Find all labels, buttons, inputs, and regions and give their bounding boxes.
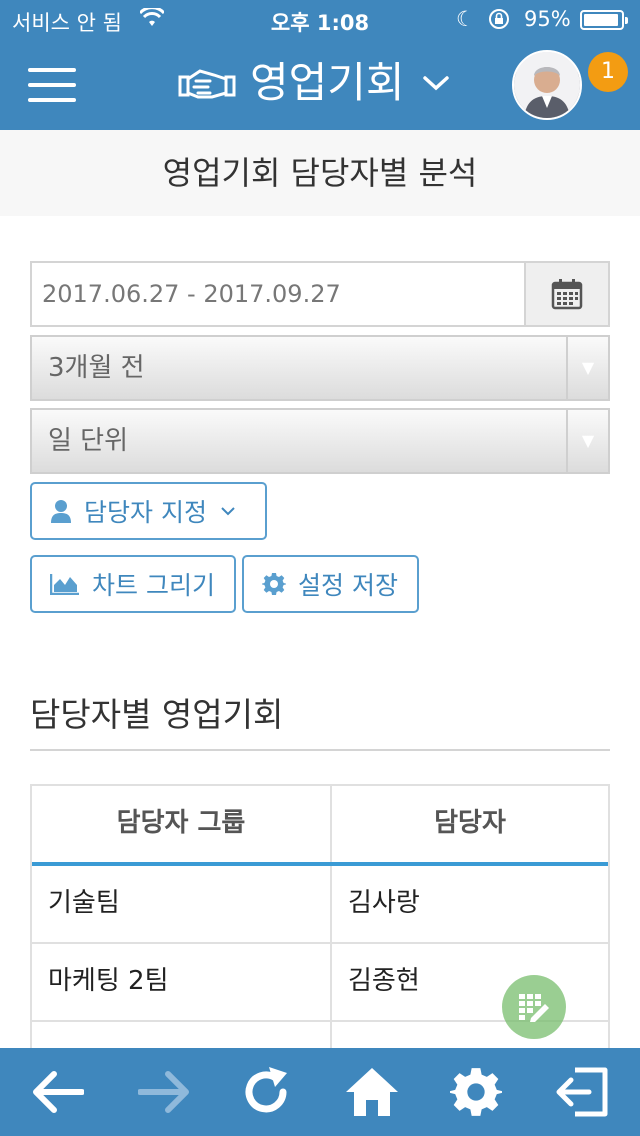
table-cell-group: 마케팅 2팀 — [32, 944, 332, 1020]
chart-button-label: 차트 그리기 — [92, 571, 215, 600]
assign-button-label: 담당자 지정 — [84, 498, 207, 527]
avatar[interactable] — [512, 50, 582, 120]
period-select[interactable]: 3개월 전 ▼ — [30, 335, 610, 401]
unit-select-value: 일 단위 — [48, 426, 129, 456]
rotation-lock-icon — [488, 8, 510, 35]
refresh-icon — [245, 1067, 287, 1113]
handshake-icon — [178, 69, 236, 99]
column-header-group[interactable]: 담당자 그룹 — [32, 786, 332, 862]
back-arrow-icon — [33, 1071, 84, 1113]
date-range-input[interactable]: 2017.06.27 - 2017.09.27 — [32, 263, 524, 325]
table-cell-owner: 김사랑 — [348, 888, 420, 918]
menu-icon[interactable] — [28, 68, 76, 102]
period-select-value: 3개월 전 — [48, 353, 145, 383]
column-header-owner[interactable]: 담당자 — [332, 786, 608, 862]
user-icon — [51, 500, 71, 523]
draw-chart-button[interactable]: 차트 그리기 — [30, 555, 236, 613]
gear-icon — [450, 1068, 502, 1116]
bottom-toolbar — [0, 1048, 640, 1136]
table-cell-owner: 김종현 — [348, 966, 420, 996]
logout-button[interactable] — [554, 1064, 610, 1120]
save-settings-button[interactable]: 설정 저장 — [242, 555, 419, 613]
gear-icon — [262, 573, 286, 595]
home-button[interactable] — [344, 1064, 400, 1120]
table-cell-group: 기술팀 — [32, 866, 332, 942]
forward-arrow-icon — [138, 1071, 189, 1113]
table-edit-icon — [519, 994, 549, 1022]
chevron-down-icon — [221, 507, 235, 516]
save-button-label: 설정 저장 — [298, 571, 398, 600]
page-title: 영업기회 담당자별 분석 — [0, 130, 640, 216]
calendar-button[interactable] — [524, 263, 608, 325]
app-header: 영업기회 1 — [0, 40, 640, 130]
assign-person-button[interactable]: 담당자 지정 — [30, 482, 267, 540]
forward-button[interactable] — [136, 1064, 192, 1120]
dropdown-arrow-icon: ▼ — [566, 410, 608, 472]
unit-select[interactable]: 일 단위 ▼ — [30, 408, 610, 474]
logout-icon — [556, 1067, 608, 1117]
back-button[interactable] — [30, 1064, 86, 1120]
battery-percent: 95% — [524, 7, 571, 31]
moon-icon: ☾ — [456, 7, 475, 31]
dropdown-arrow-icon: ▼ — [566, 337, 608, 399]
date-range-field[interactable]: 2017.06.27 - 2017.09.27 — [30, 261, 610, 327]
home-icon — [346, 1068, 398, 1116]
edit-table-button[interactable] — [502, 975, 566, 1039]
chevron-down-icon — [422, 76, 449, 91]
calendar-icon — [551, 279, 583, 310]
battery-icon — [580, 10, 628, 30]
refresh-button[interactable] — [238, 1064, 294, 1120]
area-chart-icon — [50, 574, 79, 595]
section-divider — [30, 749, 610, 751]
section-title: 담당자별 영업기회 — [30, 695, 284, 734]
table-row[interactable]: 기술팀 김사랑 — [32, 866, 608, 944]
battery-fill — [584, 14, 619, 26]
notification-badge[interactable]: 1 — [588, 52, 628, 92]
app-title-dropdown[interactable]: 영업기회 — [178, 58, 449, 108]
table-header-row: 담당자 그룹 담당자 — [32, 786, 608, 866]
status-bar: 서비스 안 됨 오후 1:08 ☾ 95% — [0, 0, 640, 40]
app-title: 영업기회 — [250, 58, 405, 107]
settings-button[interactable] — [448, 1064, 504, 1120]
